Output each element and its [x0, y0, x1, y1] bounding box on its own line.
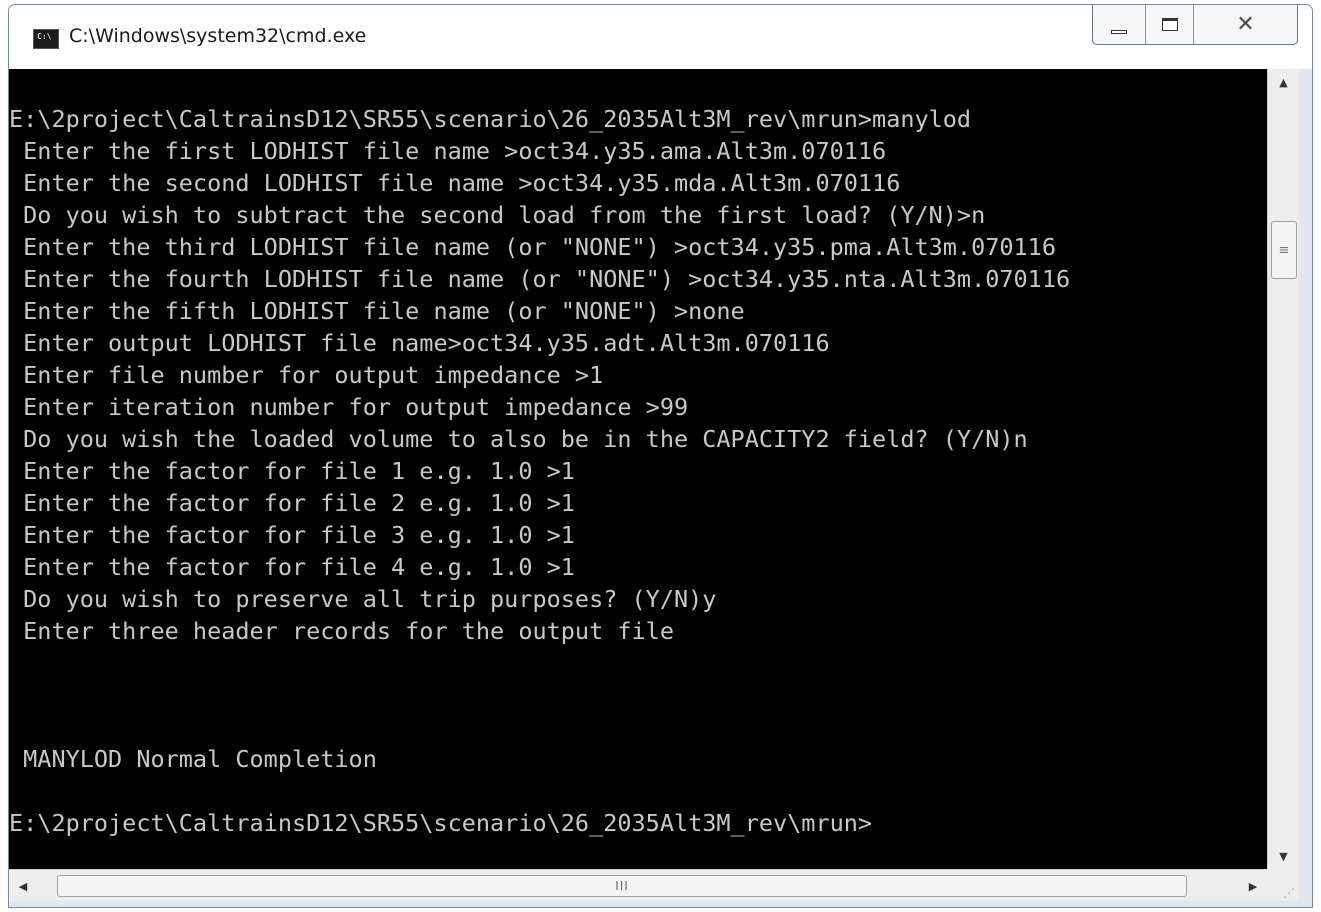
grip-icon: ≡ — [1278, 242, 1290, 258]
cmd-app-icon-text: C:\ — [37, 32, 52, 41]
resize-grip[interactable]: ⋰ — [1267, 869, 1299, 901]
console-line: Enter the factor for file 4 e.g. 1.0 >1 — [9, 553, 575, 581]
maximize-icon — [1161, 18, 1178, 31]
console-line: Enter the second LODHIST file name >oct3… — [9, 169, 901, 197]
vertical-scrollbar[interactable]: ▲ ≡ ▼ — [1267, 69, 1299, 869]
up-arrow-icon: ▲ — [1279, 75, 1288, 89]
console-line: Do you wish to subtract the second load … — [9, 201, 986, 229]
console-line: E:\2project\CaltrainsD12\SR55\scenario\2… — [9, 105, 972, 133]
scroll-up-button[interactable]: ▲ — [1268, 69, 1299, 95]
console-line: Enter three header records for the outpu… — [9, 617, 674, 645]
horizontal-scroll-thumb[interactable]: III — [57, 875, 1187, 897]
console-line: Enter the third LODHIST file name (or "N… — [9, 233, 1056, 261]
console-line: Enter file number for output impedance >… — [9, 361, 604, 389]
caption-buttons: ✕ — [1092, 5, 1298, 45]
down-arrow-icon: ▼ — [1279, 849, 1288, 863]
minimize-button[interactable] — [1093, 5, 1145, 44]
console-output[interactable]: E:\2project\CaltrainsD12\SR55\scenario\2… — [9, 69, 1267, 869]
console-line: E:\2project\CaltrainsD12\SR55\scenario\2… — [9, 809, 873, 837]
console-line: Do you wish to preserve all trip purpose… — [9, 585, 717, 613]
title-bar[interactable]: C:\ C:\Windows\system32\cmd.exe ✕ — [9, 5, 1312, 69]
horizontal-scrollbar[interactable]: ◀ III ▶ — [9, 869, 1267, 901]
console-line: Enter the fifth LODHIST file name (or "N… — [9, 297, 745, 325]
resize-grip-icon: ⋰ — [1283, 886, 1295, 900]
console-line: Enter the factor for file 3 e.g. 1.0 >1 — [9, 521, 575, 549]
close-button[interactable]: ✕ — [1193, 5, 1297, 44]
grip-icon: III — [615, 879, 629, 893]
cmd-window: C:\ C:\Windows\system32\cmd.exe ✕ E:\2pr… — [8, 4, 1313, 908]
console-line: MANYLOD Normal Completion — [9, 745, 377, 773]
scroll-left-button[interactable]: ◀ — [9, 870, 37, 902]
console-line: Enter the factor for file 2 e.g. 1.0 >1 — [9, 489, 575, 517]
console-line: Enter the factor for file 1 e.g. 1.0 >1 — [9, 457, 575, 485]
scroll-down-button[interactable]: ▼ — [1268, 843, 1299, 869]
scroll-right-button[interactable]: ▶ — [1239, 870, 1267, 902]
vertical-scroll-thumb[interactable]: ≡ — [1271, 221, 1297, 279]
minimize-icon — [1111, 29, 1127, 34]
cmd-app-icon[interactable]: C:\ — [33, 29, 59, 49]
console-line: Enter iteration number for output impeda… — [9, 393, 689, 421]
right-arrow-icon: ▶ — [1248, 879, 1258, 893]
console-line: Enter output LODHIST file name>oct34.y35… — [9, 329, 830, 357]
console-line: Enter the first LODHIST file name >oct34… — [9, 137, 887, 165]
maximize-button[interactable] — [1145, 5, 1193, 44]
window-title: C:\Windows\system32\cmd.exe — [69, 25, 367, 47]
left-arrow-icon: ◀ — [18, 879, 28, 893]
console-line: Do you wish the loaded volume to also be… — [9, 425, 1028, 453]
console-lines: E:\2project\CaltrainsD12\SR55\scenario\2… — [9, 103, 1070, 839]
close-icon: ✕ — [1236, 11, 1255, 37]
console-line: Enter the fourth LODHIST file name (or "… — [9, 265, 1071, 293]
